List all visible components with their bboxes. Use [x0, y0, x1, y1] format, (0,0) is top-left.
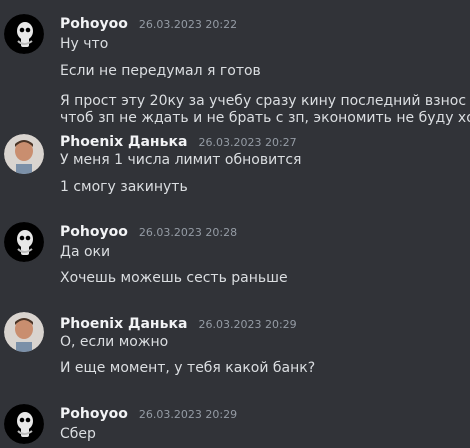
avatar[interactable] [4, 14, 44, 54]
timestamp: 26.03.2023 20:29 [138, 408, 238, 421]
author-name[interactable]: Pohoyoo [60, 16, 128, 32]
timestamp: 26.03.2023 20:22 [138, 18, 238, 31]
avatar[interactable] [4, 404, 44, 444]
message-header: Phoenix Данька 26.03.2023 20:27 [60, 131, 297, 150]
message-text: И еще момент, у тебя какой банк? [60, 360, 316, 376]
message-text: чтоб зп не ждать и не брать с зп, эконом… [60, 110, 470, 126]
message-text-content: Я прост эту 20ку за учебу сразу кину пос… [60, 93, 467, 109]
author-name[interactable]: Phoenix Данька [60, 316, 187, 332]
skull-icon [4, 14, 44, 54]
timestamp: 26.03.2023 20:29 [198, 318, 297, 331]
avatar[interactable] [4, 222, 44, 262]
message-text: Сбер [60, 426, 96, 442]
author-name[interactable]: Phoenix Данька [60, 134, 187, 150]
person-icon [4, 312, 44, 352]
message-text: У меня 1 числа лимит обновится [60, 152, 302, 168]
timestamp: 26.03.2023 20:28 [138, 226, 238, 239]
skull-icon [4, 404, 44, 444]
message-text: Если не передумал я готов [60, 63, 261, 79]
message-text: Ну что [60, 36, 109, 52]
avatar[interactable] [4, 312, 44, 352]
person-icon [4, 134, 44, 174]
skull-icon [4, 222, 44, 262]
message-header: Pohoyoo 26.03.2023 20:22 [60, 13, 237, 32]
message-header: Pohoyoo 26.03.2023 20:28 [60, 221, 237, 240]
message-text: Да оки [60, 244, 111, 260]
message-text: О, если можно [60, 334, 169, 350]
author-name[interactable]: Pohoyoo [60, 406, 128, 422]
message-text: 1 смогу закинуть [60, 179, 188, 195]
message-header: Pohoyoo 26.03.2023 20:29 [60, 403, 237, 422]
message-header: Phoenix Данька 26.03.2023 20:29 [60, 313, 297, 332]
author-name[interactable]: Pohoyoo [60, 224, 128, 240]
timestamp: 26.03.2023 20:27 [198, 136, 297, 149]
message-text: Хочешь можешь сесть раньше [60, 270, 288, 286]
avatar[interactable] [4, 134, 44, 174]
